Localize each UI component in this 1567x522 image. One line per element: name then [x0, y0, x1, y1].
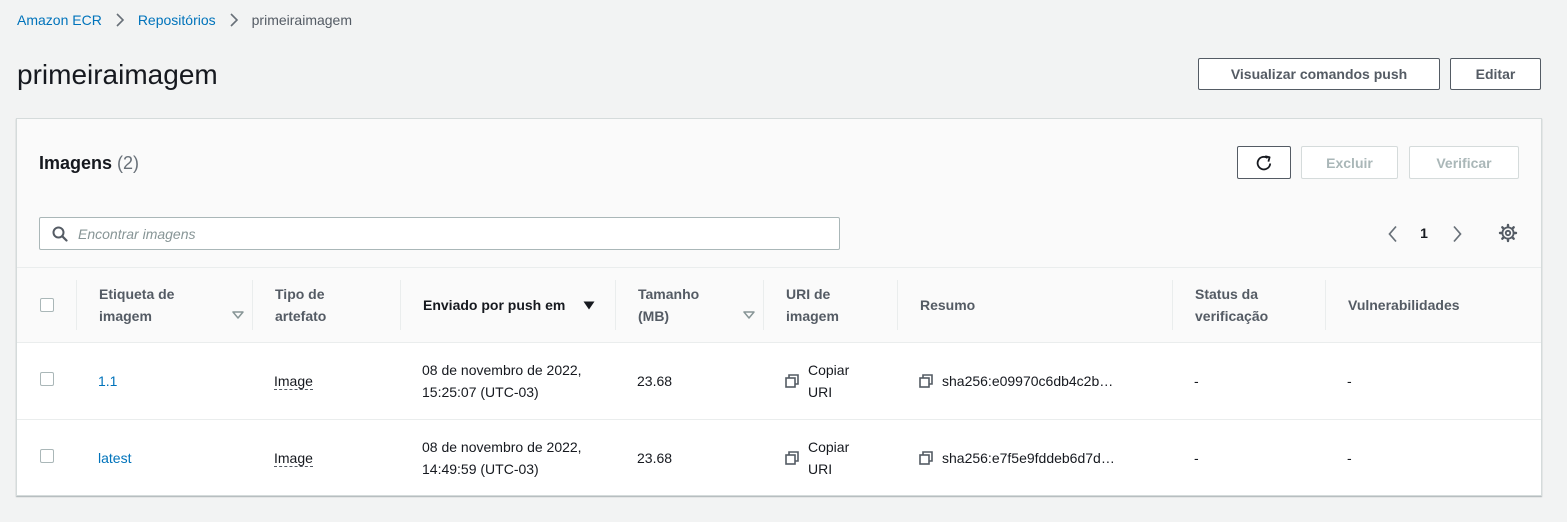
- refresh-button[interactable]: [1237, 146, 1291, 179]
- image-tag-link[interactable]: latest: [98, 450, 131, 466]
- image-tag-link[interactable]: 1.1: [98, 373, 117, 389]
- column-header-tag[interactable]: Etiqueta de imagem: [76, 280, 252, 330]
- refresh-icon: [1254, 153, 1274, 173]
- column-header-digest: Resumo: [897, 280, 1172, 330]
- breadcrumb-repositorios[interactable]: Repositórios: [138, 12, 216, 28]
- view-push-commands-button[interactable]: Visualizar comandos push: [1198, 58, 1440, 90]
- chevron-right-icon: [229, 13, 239, 27]
- chevron-right-icon: [115, 13, 125, 27]
- copy-uri-label: Copiar URI: [808, 362, 850, 400]
- sort-caret-icon: [743, 311, 755, 319]
- copy-icon: [919, 374, 933, 388]
- copy-icon: [785, 374, 799, 388]
- vulnerabilities: -: [1347, 450, 1352, 466]
- breadcrumb-current: primeiraimagem: [251, 12, 352, 28]
- image-count: (2): [117, 153, 140, 173]
- scan-status: -: [1194, 450, 1199, 466]
- breadcrumb: Amazon ECR Repositórios primeiraimagem: [17, 10, 352, 30]
- panel-title-text: Imagens: [39, 153, 113, 173]
- column-header-size[interactable]: Tamanho (MB): [615, 280, 763, 330]
- sort-descending-icon: [583, 301, 595, 310]
- column-header-label: URI de imagem: [786, 286, 839, 324]
- column-header-label: Enviado por push em: [423, 297, 566, 313]
- images-panel: Imagens (2) Excluir Verificar 1: [16, 118, 1542, 496]
- image-size: 23.68: [637, 450, 673, 466]
- column-header-label: Vulnerabilidades: [1348, 297, 1460, 313]
- pushed-at: 08 de novembro de 2022, 15:25:07 (UTC-03…: [422, 362, 582, 400]
- row-checkbox[interactable]: [39, 372, 54, 386]
- sort-caret-icon: [232, 311, 244, 319]
- page-number[interactable]: 1: [1416, 225, 1432, 241]
- column-header-label: Status da verificação: [1195, 286, 1269, 324]
- vulnerabilities: -: [1347, 373, 1352, 389]
- column-header-vulnerabilities: Vulnerabilidades: [1325, 280, 1541, 330]
- edit-button[interactable]: Editar: [1450, 58, 1541, 90]
- column-header-uri: URI de imagem: [763, 280, 897, 330]
- image-digest: sha256:e09970c6db4c2b…: [942, 373, 1114, 389]
- table-header-row: Etiqueta de imagem Tipo de artefato Envi…: [17, 268, 1541, 343]
- column-header-label: Tamanho (MB): [638, 286, 700, 324]
- search-input[interactable]: [76, 224, 820, 243]
- copy-icon: [785, 451, 799, 465]
- gear-icon[interactable]: [1497, 222, 1519, 244]
- panel-title: Imagens (2): [39, 152, 139, 174]
- table-row: 1.1 Image 08 de novembro de 2022, 15:25:…: [17, 342, 1541, 420]
- column-header-scan-status: Status da verificação: [1172, 280, 1325, 330]
- pushed-at: 08 de novembro de 2022, 14:49:59 (UTC-03…: [422, 439, 582, 477]
- image-size: 23.68: [637, 373, 673, 389]
- image-digest: sha256:e7f5e9fddeb6d7d…: [942, 450, 1115, 466]
- previous-page-icon[interactable]: [1383, 223, 1403, 245]
- column-header-type: Tipo de artefato: [252, 280, 400, 330]
- delete-button[interactable]: Excluir: [1301, 146, 1398, 179]
- artifact-type[interactable]: Image: [274, 450, 313, 467]
- column-header-label: Etiqueta de imagem: [99, 286, 175, 324]
- copy-icon: [919, 451, 933, 465]
- copy-uri-label: Copiar URI: [808, 439, 850, 477]
- copy-uri-button[interactable]: Copiar URI: [763, 359, 897, 403]
- page-title: primeiraimagem: [17, 59, 218, 90]
- copy-digest-button[interactable]: sha256:e09970c6db4c2b…: [897, 370, 1172, 392]
- images-table: Etiqueta de imagem Tipo de artefato Envi…: [17, 268, 1541, 496]
- next-page-icon[interactable]: [1447, 223, 1467, 245]
- row-checkbox[interactable]: [39, 449, 54, 463]
- column-header-pushed[interactable]: Enviado por push em: [400, 280, 615, 330]
- search-icon: [52, 226, 68, 242]
- column-header-label: Resumo: [920, 297, 976, 313]
- table-row: latest Image 08 de novembro de 2022, 14:…: [17, 420, 1541, 497]
- select-all-checkbox[interactable]: [39, 298, 54, 312]
- scan-status: -: [1194, 373, 1199, 389]
- copy-uri-button[interactable]: Copiar URI: [763, 436, 897, 480]
- breadcrumb-amazon-ecr[interactable]: Amazon ECR: [17, 12, 102, 28]
- artifact-type[interactable]: Image: [274, 373, 313, 390]
- search-box: [39, 217, 840, 250]
- copy-digest-button[interactable]: sha256:e7f5e9fddeb6d7d…: [897, 447, 1172, 469]
- scan-button[interactable]: Verificar: [1409, 146, 1519, 179]
- column-header-label: Tipo de artefato: [275, 286, 327, 324]
